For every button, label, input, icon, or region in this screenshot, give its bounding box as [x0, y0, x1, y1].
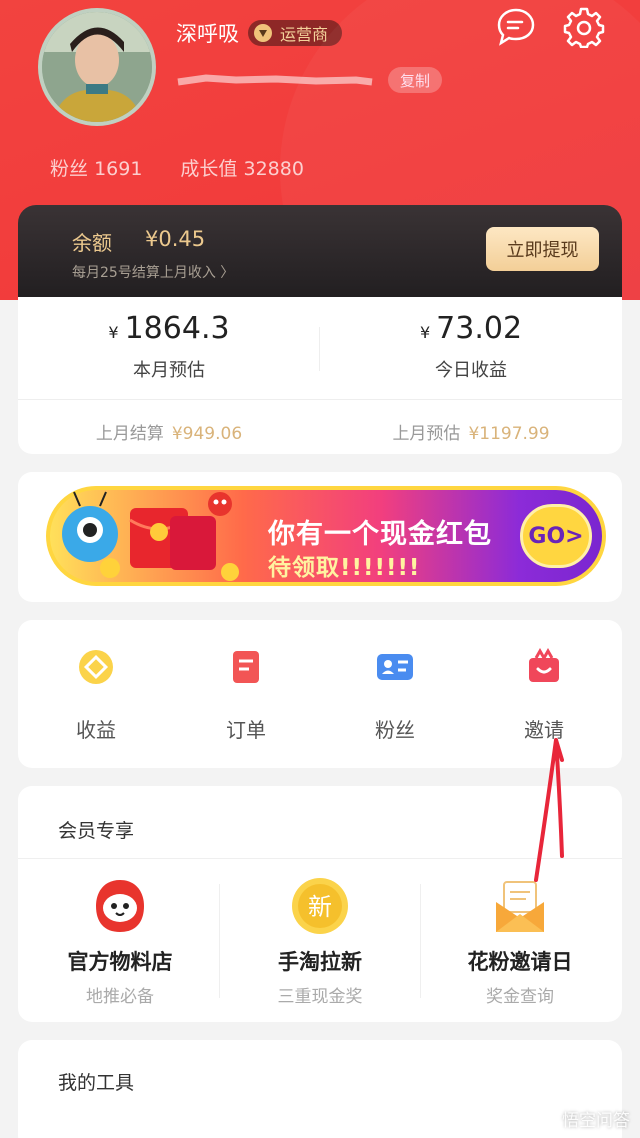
- role-badge-label: 运营商: [280, 25, 329, 44]
- member-item-new-user[interactable]: 新 手淘拉新 三重现金奖: [220, 876, 420, 1007]
- last-month-settled: 上月结算 ¥949.06: [95, 424, 243, 444]
- quick-actions-card: 收益 订单 粉丝 邀请: [18, 620, 622, 768]
- avatar[interactable]: [38, 8, 156, 126]
- avatar-photo: [42, 12, 152, 122]
- id-card-icon: [376, 648, 414, 686]
- banner-subline: 待领取!!!!!!!: [268, 555, 421, 581]
- username: 深呼吸: [176, 22, 239, 46]
- go-button[interactable]: GO>: [520, 504, 592, 568]
- watermark-logo-icon: [536, 1105, 558, 1132]
- member-item-invite-day[interactable]: 花粉邀请日 奖金查询: [420, 876, 620, 1007]
- balance-amount: ¥0.45: [145, 227, 206, 251]
- my-tools-card: 我的工具: [18, 1040, 622, 1138]
- divider: [18, 399, 622, 400]
- withdraw-button[interactable]: 立即提现: [486, 227, 599, 271]
- role-badge: 运营商: [248, 20, 343, 46]
- banner-headline: 你有一个现金红包: [268, 519, 492, 550]
- mascot-icon: [90, 876, 150, 936]
- last-month-estimate: 上月预估 ¥1197.99: [392, 424, 550, 444]
- svg-text:新: 新: [308, 893, 332, 921]
- diamond-icon: [77, 648, 115, 686]
- crown-icon: [254, 24, 272, 42]
- month-estimate-label: 本月预估: [133, 360, 205, 381]
- settlement-note[interactable]: 每月25号结算上月收入 〉: [72, 262, 234, 282]
- month-estimate-value: 1864.3: [124, 311, 230, 346]
- chevron-right-icon: 〉: [220, 265, 235, 281]
- settings-gear-icon[interactable]: [563, 6, 605, 49]
- divider: [18, 858, 622, 859]
- watermark: 悟空问答: [536, 1105, 630, 1132]
- balance-card: 余额 ¥0.45 每月25号结算上月收入 〉 立即提现: [18, 205, 622, 297]
- promo-banner-card: 你有一个现金红包 待领取!!!!!!! GO>: [18, 472, 622, 602]
- copy-button[interactable]: 复制: [388, 67, 443, 93]
- today-earnings-value: 73.02: [436, 311, 523, 346]
- quick-action-orders[interactable]: 订单: [196, 648, 296, 743]
- growth-stat[interactable]: 成长值 32880: [180, 154, 304, 181]
- earnings-card: ¥1864.3 本月预估 ¥73.02 今日收益 上月结算 ¥949.06 上月预…: [18, 297, 622, 454]
- envelope-icon: [490, 876, 550, 936]
- quick-action-earnings[interactable]: 收益: [46, 648, 146, 743]
- today-earnings-label: 今日收益: [435, 360, 507, 381]
- redacted-invite-code: [177, 74, 373, 86]
- tools-section-title: 我的工具: [58, 1072, 135, 1094]
- quick-action-invite[interactable]: 邀请: [494, 647, 594, 743]
- message-icon[interactable]: [495, 6, 537, 48]
- quick-action-fans[interactable]: 粉丝: [345, 648, 445, 743]
- today-earnings[interactable]: ¥73.02 今日收益: [320, 311, 622, 382]
- member-exclusive-card: 会员专享 官方物料店 地推必备 新 手淘拉新 三重现金奖 花粉邀请日 奖金查询: [18, 786, 622, 1022]
- red-packet-banner[interactable]: 你有一个现金红包 待领取!!!!!!! GO>: [46, 486, 606, 586]
- fans-stat[interactable]: 粉丝 1691: [50, 154, 142, 181]
- new-coin-icon: 新: [290, 876, 350, 936]
- profile-stats: 粉丝 1691 成长值 32880: [50, 154, 304, 181]
- mascot-red-packet-icon: [62, 491, 239, 581]
- order-icon: [227, 648, 265, 686]
- balance-label: 余额: [72, 231, 112, 255]
- member-section-title: 会员专享: [58, 820, 135, 842]
- gift-icon: [525, 647, 563, 686]
- member-item-material-store[interactable]: 官方物料店 地推必备: [20, 876, 220, 1007]
- month-estimate[interactable]: ¥1864.3 本月预估: [18, 311, 320, 382]
